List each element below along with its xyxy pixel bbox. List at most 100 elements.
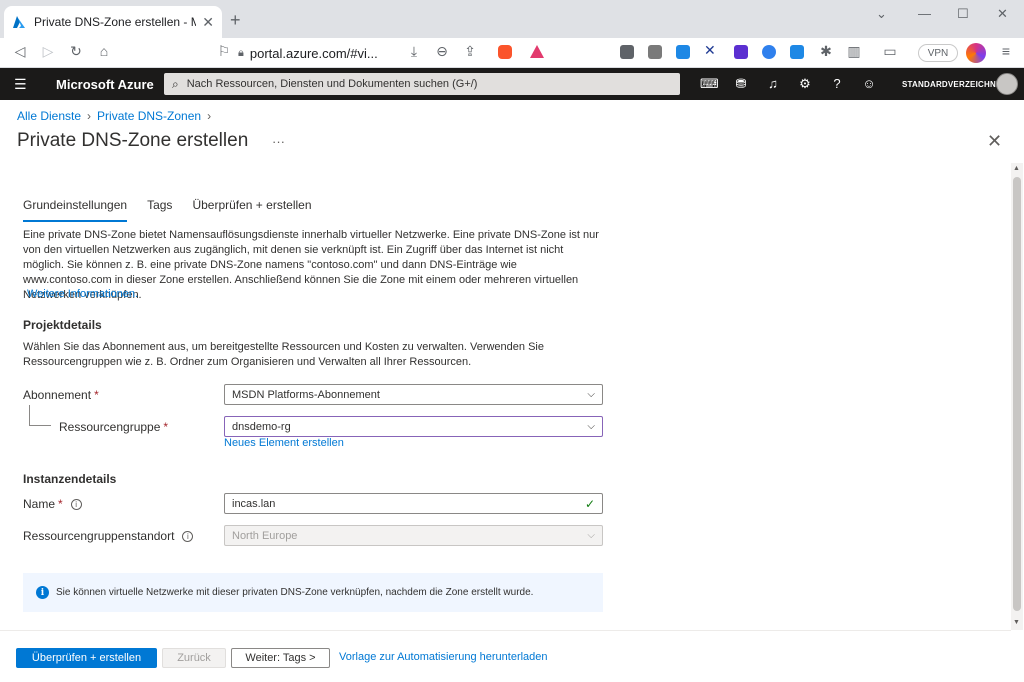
menu-icon[interactable]: ≡: [996, 43, 1016, 59]
vpn-label: VPN: [927, 47, 949, 59]
subscription-label-text: Abonnement: [23, 388, 92, 402]
browser-navbar: ◁ ▷ ↻ ⌂ ⚐ 🔒︎ portal.azure.com/#vi... ⤓ ⊖…: [0, 38, 1024, 68]
project-details-description: Wählen Sie das Abonnement aus, um bereit…: [23, 341, 544, 368]
directory-name[interactable]: STANDARDVERZEICHNIS: [902, 80, 1004, 89]
scrollbar[interactable]: ▲ ▼: [1011, 163, 1023, 630]
info-icon[interactable]: i: [182, 530, 194, 542]
info-message-bar: i Sie können virtuelle Netzwerke mit die…: [23, 573, 603, 612]
back-button: Zurück: [162, 648, 226, 668]
tree-connector: [29, 425, 51, 426]
resource-group-select[interactable]: dnsdemo-rg ⌵: [224, 416, 603, 437]
cloud-shell-icon[interactable]: ⌨: [700, 76, 719, 92]
vpn-button[interactable]: VPN: [918, 44, 958, 62]
more-options-icon[interactable]: ···: [272, 134, 285, 149]
browser-tab[interactable]: Private DNS-Zone erstellen - Microsoft ✕: [4, 6, 222, 38]
wizard-footer: Überprüfen + erstellen Zurück Weiter: Ta…: [0, 630, 1011, 682]
checkmark-icon: ✓: [584, 496, 595, 511]
name-value: incas.lan: [232, 497, 276, 510]
info-icon: i: [36, 586, 49, 599]
scrollbar-thumb[interactable]: [1013, 177, 1021, 611]
next-tags-button[interactable]: Weiter: Tags >: [231, 648, 330, 668]
install-icon[interactable]: ⤓: [404, 43, 424, 60]
lock-icon: 🔒︎: [238, 46, 244, 59]
subscription-label: Abonnement *: [23, 388, 99, 402]
extension-icon[interactable]: [676, 45, 690, 59]
notifications-icon[interactable]: ♫: [765, 76, 781, 91]
close-blade-icon[interactable]: ✕: [987, 131, 1002, 152]
zoom-icon[interactable]: ⊖: [432, 43, 452, 60]
user-avatar[interactable]: [996, 73, 1018, 95]
extension-icon[interactable]: [620, 45, 634, 59]
extension-icon[interactable]: [648, 45, 662, 59]
url-text: portal.azure.com/#vi...: [249, 45, 378, 61]
tab-review-create[interactable]: Überprüfen + erstellen: [192, 198, 311, 222]
hamburger-icon[interactable]: ☰: [14, 76, 27, 93]
chevron-down-icon: ⌵: [587, 530, 595, 541]
download-template-link[interactable]: Vorlage zur Automatisierung herunterlade…: [339, 651, 548, 663]
extension-x-icon[interactable]: ✕: [704, 42, 718, 58]
minimize-icon[interactable]: —: [918, 6, 931, 21]
azure-brand[interactable]: Microsoft Azure: [56, 77, 154, 92]
required-marker: *: [94, 388, 99, 402]
close-tab-icon[interactable]: ✕: [202, 14, 214, 31]
wallet-icon[interactable]: ▭: [880, 43, 900, 60]
name-input[interactable]: incas.lan ✓: [224, 493, 603, 514]
wizard-tabs: Grundeinstellungen Tags Überprüfen + ers…: [23, 198, 332, 222]
global-search-input[interactable]: ⌕ Nach Ressourcen, Diensten und Dokument…: [164, 73, 680, 95]
share-icon[interactable]: ⇪: [460, 43, 480, 60]
create-new-resource-group-link[interactable]: Neues Element erstellen: [224, 437, 344, 449]
tab-tags[interactable]: Tags: [147, 198, 172, 222]
brave-rewards-icon[interactable]: [530, 45, 544, 58]
review-create-button[interactable]: Überprüfen + erstellen: [16, 648, 157, 668]
subscription-select[interactable]: MSDN Platforms-Abonnement ⌵: [224, 384, 603, 405]
profile-avatar[interactable]: [966, 43, 986, 63]
brave-shield-icon[interactable]: [498, 45, 512, 59]
required-marker: *: [58, 497, 63, 511]
name-label: Name * i: [23, 497, 82, 511]
location-select: North Europe ⌵: [224, 525, 603, 546]
help-icon[interactable]: ?: [829, 76, 845, 91]
back-icon[interactable]: ◁: [10, 43, 30, 60]
scroll-up-icon[interactable]: ▲: [1013, 165, 1020, 172]
feedback-icon[interactable]: ☺: [861, 76, 877, 91]
info-icon[interactable]: i: [70, 498, 82, 510]
chevron-down-icon[interactable]: ⌄: [876, 6, 887, 22]
page-title: Private DNS-Zone erstellen: [17, 130, 249, 151]
settings-gear-icon[interactable]: ⚙: [797, 76, 813, 92]
browser-tabbar: Private DNS-Zone erstellen - Microsoft ✕…: [0, 0, 1024, 38]
close-window-icon[interactable]: ✕: [997, 6, 1008, 22]
azure-logo-icon: [13, 16, 25, 28]
location-label: Ressourcengruppenstandort i: [23, 529, 194, 543]
breadcrumb-all-services[interactable]: Alle Dienste: [17, 109, 81, 123]
sidebar-icon[interactable]: ▥: [844, 43, 864, 60]
tab-basics[interactable]: Grundeinstellungen: [23, 198, 128, 222]
scroll-down-icon[interactable]: ▼: [1013, 619, 1020, 626]
search-icon: ⌕: [172, 76, 179, 91]
breadcrumb-private-dns-zones[interactable]: Private DNS-Zonen: [97, 109, 201, 123]
name-label-text: Name: [23, 497, 56, 511]
maximize-icon[interactable]: ☐: [957, 6, 969, 22]
instance-details-heading: Instanzendetails: [23, 472, 117, 486]
azure-header: ☰ Microsoft Azure ⌕ Nach Ressourcen, Die…: [0, 68, 1024, 100]
browser-tab-title: Private DNS-Zone erstellen - Microsoft: [34, 15, 197, 29]
required-marker: *: [163, 420, 169, 434]
tree-connector: [29, 405, 30, 425]
extension-icon[interactable]: [762, 45, 776, 59]
chevron-right-icon: ›: [207, 109, 212, 123]
info-message-text: Sie können virtuelle Netzwerke mit diese…: [56, 587, 534, 598]
new-tab-icon[interactable]: +: [230, 10, 241, 31]
extension-icon[interactable]: [790, 45, 804, 59]
breadcrumb: Alle Dienste › Private DNS-Zonen ›: [17, 109, 217, 123]
resource-group-label: Ressourcengruppe *: [59, 420, 168, 434]
directory-filter-icon[interactable]: ⛃: [733, 76, 749, 92]
bookmark-icon[interactable]: ⚐: [214, 43, 234, 60]
location-value: North Europe: [232, 529, 298, 542]
learn-more-link[interactable]: Weitere Informationen.: [27, 288, 138, 300]
forward-icon[interactable]: ▷: [38, 43, 58, 60]
extension-icon[interactable]: [734, 45, 748, 59]
chevron-down-icon: ⌵: [587, 389, 595, 400]
puzzle-icon[interactable]: ✱: [816, 43, 836, 60]
chevron-down-icon: ⌵: [587, 421, 595, 432]
reload-icon[interactable]: ↻: [66, 43, 86, 60]
home-icon[interactable]: ⌂: [94, 43, 114, 59]
